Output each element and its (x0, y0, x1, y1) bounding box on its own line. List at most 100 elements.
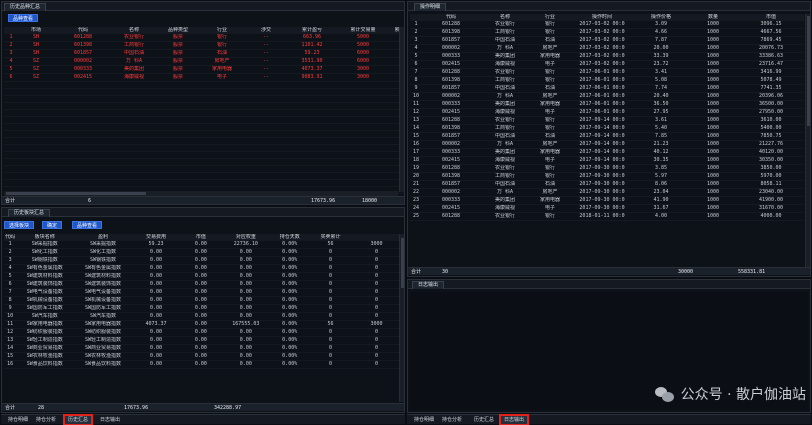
table-row[interactable]: 10 SW汽车指数 SW汽车指数 0.00 0.00 0.00 0.00% 0 0 (4, 312, 402, 321)
scroll-thumb[interactable] (6, 192, 146, 195)
column-header[interactable]: 代码 (422, 14, 480, 21)
tab-positions-r[interactable]: 持仓明细 (411, 416, 437, 424)
column-header[interactable]: 操作价格 (634, 14, 688, 21)
stock-summary-vscroll[interactable] (399, 27, 404, 192)
column-header[interactable] (410, 14, 422, 21)
column-header[interactable] (4, 27, 18, 34)
column-header[interactable]: 交易费用 (132, 234, 180, 241)
tab-stock-summary[interactable]: 历史品种汇总 (4, 3, 47, 11)
table-row[interactable]: 2 601398 工商银行 银行 2017-03-02 00:0 4.66 1000 4667… (410, 28, 804, 37)
tab-log-output[interactable]: 日志输出 (97, 416, 123, 424)
column-header[interactable]: 行业 (530, 14, 570, 21)
table-row[interactable]: 6 SZ 002415 海康威视 股票 电子 -- 9083.91 3000 (4, 73, 404, 82)
table-row[interactable]: 3 SW钢铁指数 SW钢铁指数 0.00 0.00 0.00 0.00% 0 0 (4, 256, 402, 265)
tab-position-analysis-r[interactable]: 持仓分析 (439, 416, 465, 424)
table-row[interactable]: 1 SH 601288 农业银行 股票 银行 -- 663.96 5000 (4, 34, 404, 42)
table-row[interactable]: 3 SH 601857 中国石油 股票 石油 -- 59.23 6000 (4, 49, 404, 58)
table-row[interactable]: 16 000002 万 科A 房地产 2017-09-14 00:0 21.23 1000 2… (410, 140, 804, 149)
table-row[interactable]: 15 SW农林牧渔指数 SW农林牧渔指数 0.00 0.00 0.00 0.00% 0 0 (4, 352, 402, 361)
column-header[interactable]: 名称 (112, 27, 156, 34)
column-header[interactable]: 操作时间 (570, 14, 634, 21)
table-row[interactable]: 24 002415 海康威视 电子 2017-09-30 00:0 31.67 1000 31… (410, 204, 804, 213)
table-row[interactable]: 13 601288 农业银行 银行 2017-09-14 00:0 3.61 1000 361… (410, 116, 804, 125)
trade-details-vscroll[interactable] (805, 14, 810, 267)
table-row[interactable]: 6 002415 海康威视 电子 2017-03-02 00:0 23.72 1000 237… (410, 60, 804, 69)
table-row[interactable]: 2 SW化工指数 SW化工指数 0.00 0.00 0.00 0.00% 0 0 (4, 248, 402, 257)
table-row[interactable]: 9 SW国防军工指数 SW国防军工指数 0.00 0.00 0.00 0.00% 0 0 (4, 304, 402, 313)
column-header[interactable]: 涉交 (244, 27, 288, 34)
column-header[interactable] (350, 234, 402, 241)
table-row[interactable]: 6 SW建筑装饰指数 SW建筑装饰指数 0.00 0.00 0.00 0.00% 0 0 (4, 280, 402, 289)
scroll-thumb[interactable] (401, 238, 404, 288)
table-cell: SW机械设备指数 (16, 296, 74, 305)
column-header[interactable]: 累计交易量 (336, 27, 390, 34)
table-row[interactable]: 9 601857 中国石油 石油 2017-06-01 00:0 7.74 1000 7741… (410, 84, 804, 93)
table-row[interactable]: 19 601288 农业银行 银行 2017-09-30 00:0 3.85 1000 385… (410, 164, 804, 173)
column-header[interactable]: 品种类型 (156, 27, 200, 34)
table-row[interactable]: 14 601398 工商银行 银行 2017-09-14 00:0 5.40 1000 540… (410, 124, 804, 133)
table-row[interactable]: 8 SW机械设备指数 SW机械设备指数 0.00 0.00 0.00 0.00% 0 0 (4, 296, 402, 305)
table-row[interactable]: 3 601857 中国石油 石油 2017-03-02 00:0 7.87 1000 7869… (410, 36, 804, 45)
table-row[interactable]: 20 601398 工商银行 银行 2017-09-30 00:0 5.97 1000 597… (410, 172, 804, 181)
table-row[interactable]: 7 601288 农业银行 银行 2017-06-01 00:0 3.41 1000 3416… (410, 68, 804, 77)
column-header[interactable]: 累计盈亏 (288, 27, 336, 34)
column-header[interactable]: 行业 (200, 27, 244, 34)
table-row[interactable]: 11 000333 美的集团 家用电器 2017-06-01 00:0 36.50 1000… (410, 100, 804, 109)
view-stock-button[interactable]: 品种查看 (8, 14, 39, 22)
table-row[interactable]: 16 SW食品饮料指数 SW食品饮料指数 0.00 0.00 0.00 0.00% 0 0 (4, 360, 402, 369)
table-cell: 1 (410, 21, 422, 29)
table-row[interactable]: 8 601398 工商银行 银行 2017-06-01 00:0 5.08 1000 5078… (410, 76, 804, 85)
table-row[interactable]: 10 000002 万 科A 房地产 2017-06-01 00:0 20.40 1000 2… (410, 92, 804, 101)
tab-history-summary[interactable]: 历史汇总 (62, 414, 94, 425)
table-row[interactable]: 4 SW有色金属指数 SW有色金属指数 0.00 0.00 0.00 0.00% 0 0 (4, 264, 402, 273)
column-header[interactable]: 市场 (18, 27, 54, 34)
table-row[interactable]: 11 SW家用电器指数 SW家用电器指数 4073.37 0.00 167555.03 0.… (4, 320, 402, 329)
tab-positions[interactable]: 持仓明细 (5, 416, 31, 424)
table-row[interactable]: 5 SZ 000333 美的集团 股票 家用电器 -- 4073.37 3000 (4, 65, 404, 74)
table-cell: 59.23 (288, 49, 336, 58)
table-cell: 14 (4, 344, 17, 353)
column-header[interactable]: 板块名称 (16, 234, 74, 241)
table-row[interactable]: 18 002415 海康威视 电子 2017-09-14 00:0 30.35 1000 30… (410, 156, 804, 165)
column-header[interactable]: 对应权重 (222, 234, 270, 241)
table-row[interactable]: 4 000002 万 科A 房地产 2017-03-02 00:0 20.00 1000 20… (410, 44, 804, 53)
table-row[interactable]: 21 601857 中国石油 石油 2017-09-30 00:0 8.06 1000 805… (410, 180, 804, 189)
table-row[interactable]: 12 SW纺织服装指数 SW纺织服装指数 0.00 0.00 0.00 0.00% 0 0 (4, 328, 402, 337)
tab-position-analysis[interactable]: 持仓分析 (33, 416, 59, 424)
column-header[interactable]: 盈利 (73, 234, 133, 241)
table-row[interactable]: 5 000333 美的集团 家用电器 2017-03-02 00:0 33.39 1000 3… (410, 52, 804, 61)
table-row[interactable]: 15 601857 中国石油 石油 2017-09-14 00:0 7.85 1000 785… (410, 132, 804, 141)
table-row[interactable]: 4 SZ 000002 万 科A 股票 房地产 -- 3531.90 6000 (4, 57, 404, 66)
table-row[interactable]: 1 601288 农业银行 银行 2017-03-02 00:0 3.09 1000 3096… (410, 21, 804, 29)
column-header[interactable]: 代码 (4, 234, 17, 241)
table-row[interactable]: 2 SH 601398 工商银行 股票 银行 -- 1101.42 5000 (4, 41, 404, 50)
table-row[interactable]: 5 SW建筑材料指数 SW建筑材料指数 0.00 0.00 0.00 0.00% 0 0 (4, 272, 402, 281)
sector-summary-vscroll[interactable] (399, 234, 404, 402)
table-row[interactable]: 12 002415 海康威视 电子 2017-06-01 00:0 27.95 1000 27… (410, 108, 804, 117)
tab-history-summary-r[interactable]: 历史汇总 (471, 416, 497, 424)
scroll-thumb[interactable] (807, 16, 810, 126)
column-header[interactable]: 市值 (179, 234, 223, 241)
table-row[interactable]: 1 SW采掘指数 SW采掘指数 59.23 0.00 22736.10 0.00% 56 300… (4, 241, 402, 249)
table-row[interactable]: 7 SW电气设备指数 SW电气设备指数 0.00 0.00 0.00 0.00% 0 0 (4, 288, 402, 297)
column-header[interactable]: 代码 (54, 27, 112, 34)
view-stock-button-2[interactable]: 品种查看 (72, 221, 103, 229)
column-header[interactable]: 持仓天数 (269, 234, 311, 241)
table-row[interactable]: 22 000002 万 科A 房地产 2017-09-30 00:0 23.04 1000 2… (410, 188, 804, 197)
column-header[interactable]: 数量 (688, 14, 738, 21)
table-row[interactable]: 13 SW轻工制造指数 SW轻工制造指数 0.00 0.00 0.00 0.00% 0 0 (4, 336, 402, 345)
column-header[interactable]: 市值 (738, 14, 804, 21)
confirm-button[interactable]: 确定 (42, 221, 63, 229)
table-row[interactable]: 23 000333 美的集团 家用电器 2017-09-30 00:0 41.90 1000… (410, 196, 804, 205)
tab-sector-summary[interactable]: 历史板块汇总 (8, 209, 51, 217)
tab-log[interactable]: 日志输出 (412, 281, 445, 289)
column-header[interactable]: 买卖累计 (310, 234, 351, 241)
tab-log-output-r[interactable]: 日志输出 (498, 414, 530, 425)
table-row[interactable]: 25 601288 农业银行 银行 2018-01-11 00:0 4.00 1000 400… (410, 212, 804, 221)
table-row[interactable]: 17 000333 美的集团 家用电器 2017-09-14 00:0 40.12 1000… (410, 148, 804, 157)
table-cell: SW有色金属指数 (16, 264, 74, 273)
column-header[interactable]: 名称 (480, 14, 530, 21)
select-sector-button[interactable]: 选择板块 (4, 221, 35, 229)
table-row[interactable]: 14 SW商业贸易指数 SW商业贸易指数 0.00 0.00 0.00 0.00% 0 0 (4, 344, 402, 353)
tab-trade-details[interactable]: 操作明细 (414, 3, 447, 11)
